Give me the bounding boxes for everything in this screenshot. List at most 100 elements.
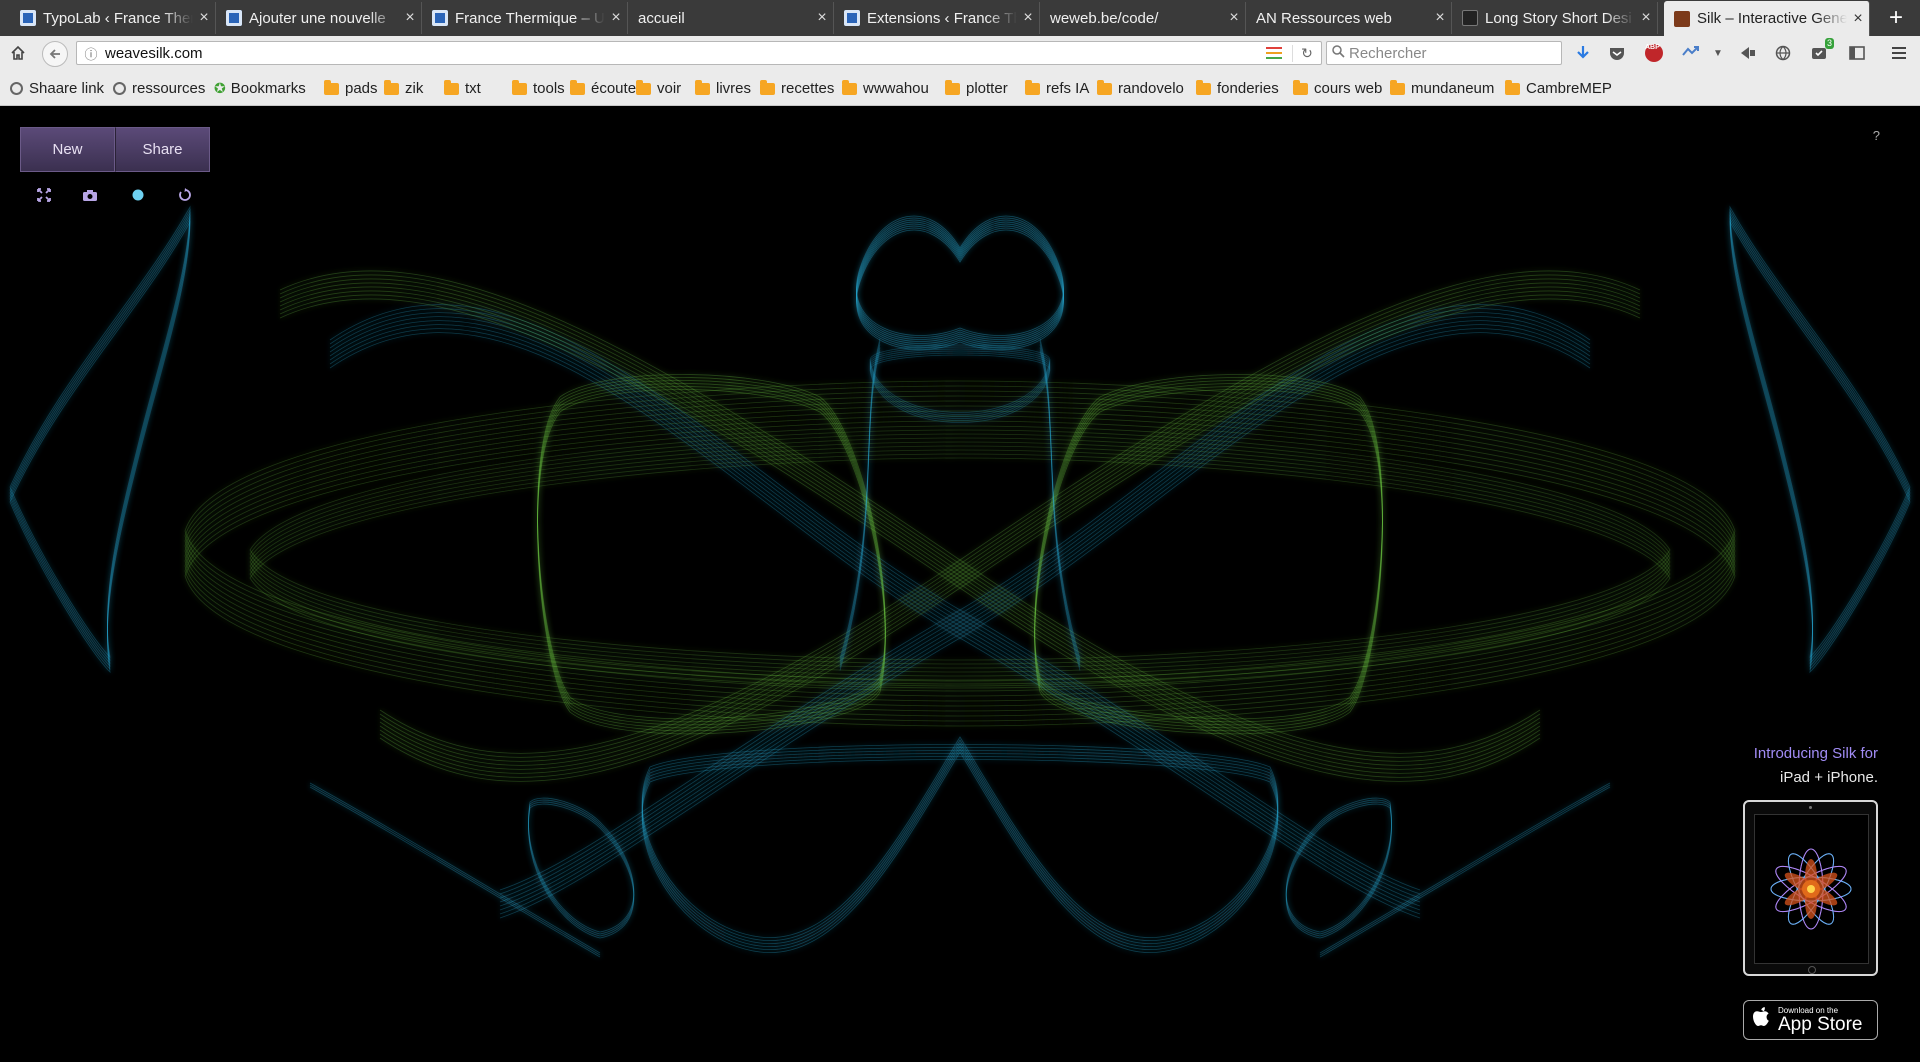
home-button [1808,966,1816,974]
bookmark-label: txt [465,80,481,97]
bookmark-0[interactable]: Shaare link [10,80,104,97]
folder-icon [1505,79,1520,95]
tab-silk-active[interactable]: Silk – Interactive Gene × [1664,1,1870,36]
pocket-icon[interactable] [1606,42,1628,64]
sidebar-icon[interactable] [1846,42,1868,64]
tab-title: Extensions ‹ France Th [867,9,1017,27]
home-icon[interactable] [6,41,30,65]
silk-canvas[interactable]: New Share ? Introducing Silk for iPad + … [0,106,1920,1062]
close-icon[interactable]: × [811,9,833,27]
wordpress-icon [432,10,448,26]
tab-title: AN Ressources web [1256,9,1392,27]
globe-icon[interactable] [1772,42,1794,64]
close-icon[interactable]: × [1017,9,1039,27]
bookmark-label: Bookmarks [230,80,306,97]
extension-icon[interactable] [1680,42,1702,64]
search-placeholder: Rechercher [1349,44,1427,62]
bookmark-label: randovelo [1118,80,1184,97]
bookmark-16[interactable]: cours web [1293,79,1383,97]
bookmark-8[interactable]: voir [636,79,681,97]
bookmark-label: mundaneum [1411,80,1495,97]
close-icon[interactable]: × [193,9,215,27]
address-bar[interactable]: ⓘ weavesilk.com ↻ [76,41,1322,65]
close-icon[interactable]: × [1429,9,1451,27]
tab-an-ressources[interactable]: AN Ressources web × [1246,2,1452,34]
wordpress-icon [20,10,36,26]
bookmark-11[interactable]: wwwahou [842,79,929,97]
mandala-image [1770,848,1852,930]
reader-view-icon[interactable] [1266,47,1282,59]
close-icon[interactable]: × [1635,9,1657,27]
folder-icon [1293,79,1308,95]
color-dot-icon[interactable] [127,184,149,206]
tab-france-thermique[interactable]: France Thermique – U × [422,2,628,34]
folder-icon [324,79,339,95]
tab-strip: TypoLab ‹ France Ther × Ajouter une nouv… [0,0,1920,37]
share-icon[interactable] [1737,42,1759,64]
folder-icon [512,79,527,95]
folder-icon [1025,79,1040,95]
bookmark-17[interactable]: mundaneum [1390,79,1495,97]
tab-long-story-short[interactable]: Long Story Short Desi × [1452,2,1658,34]
bookmark-9[interactable]: livres [695,79,751,97]
fullscreen-icon[interactable] [33,184,55,206]
url-text[interactable]: weavesilk.com [101,45,1266,62]
bookmark-10[interactable]: recettes [760,79,835,97]
folder-icon [1196,79,1211,95]
adblock-icon[interactable]: ABP [1643,42,1665,64]
close-icon[interactable]: × [399,9,421,27]
bookmark-label: écouter [591,80,642,97]
close-icon[interactable]: × [1223,9,1245,27]
bookmark-label: Shaare link [29,80,105,97]
bookmark-label: cours web [1314,80,1383,97]
bookmark-18[interactable]: CambreMEP [1505,79,1612,97]
bookmark-5[interactable]: txt [444,79,481,97]
bookmark-12[interactable]: plotter [945,79,1008,97]
back-icon[interactable] [42,41,68,67]
ipad-screen [1754,814,1869,964]
lss-icon [1462,10,1478,26]
bookmark-15[interactable]: fonderies [1196,79,1279,97]
camera-dot [1809,806,1812,809]
new-tab-button[interactable]: + [1876,4,1916,32]
downloads-badge-icon[interactable]: 3 [1808,38,1834,64]
bookmark-label: recettes [781,80,835,97]
bookmark-1[interactable]: ressources [113,80,205,97]
close-icon[interactable]: × [605,9,627,27]
undo-icon[interactable] [174,184,196,206]
ipad-image[interactable] [1743,800,1878,976]
bookmarks-bar: Shaare link ressources ✪ Bookmarks pads zik tx… [0,70,1920,106]
tab-accueil[interactable]: accueil × [628,2,834,34]
tab-typolab[interactable]: TypoLab ‹ France Ther × [10,2,216,34]
bookmark-3[interactable]: pads [324,79,378,97]
menu-icon[interactable] [1888,42,1910,64]
promo-text: Introducing Silk for iPad + iPhone. [1754,742,1878,790]
tab-title: accueil [638,9,685,27]
silk-toolbar: New Share [20,127,210,172]
chevron-down-icon[interactable]: ▼ [1707,42,1729,64]
bookmark-2[interactable]: ✪ Bookmarks [214,80,306,97]
folder-icon [636,79,651,95]
folder-icon [842,79,857,95]
bookmark-4[interactable]: zik [384,79,423,97]
silk-artwork[interactable] [0,106,1920,1062]
share-button[interactable]: Share [115,127,210,172]
close-icon[interactable]: × [1847,10,1869,28]
app-store-badge[interactable]: Download on the App Store [1743,1000,1878,1040]
bookmark-14[interactable]: randovelo [1097,79,1184,97]
camera-icon[interactable] [79,184,101,206]
bookmark-7[interactable]: écouter [570,79,642,97]
download-icon[interactable] [1572,42,1594,64]
reload-icon[interactable]: ↻ [1292,44,1321,62]
help-link[interactable]: ? [1873,128,1880,143]
tab-ajouter[interactable]: Ajouter une nouvelle × [216,2,422,34]
promo-line2: iPad + iPhone. [1780,769,1878,786]
tab-extensions[interactable]: Extensions ‹ France Th × [834,2,1040,34]
search-bar[interactable]: Rechercher [1326,41,1562,65]
bookmark-13[interactable]: refs IA [1025,79,1089,97]
new-button[interactable]: New [20,127,115,172]
info-icon[interactable]: ⓘ [81,44,101,63]
tab-weweb[interactable]: weweb.be/code/ × [1040,2,1246,34]
bookmark-6[interactable]: tools [512,79,565,97]
folder-icon [444,79,459,95]
